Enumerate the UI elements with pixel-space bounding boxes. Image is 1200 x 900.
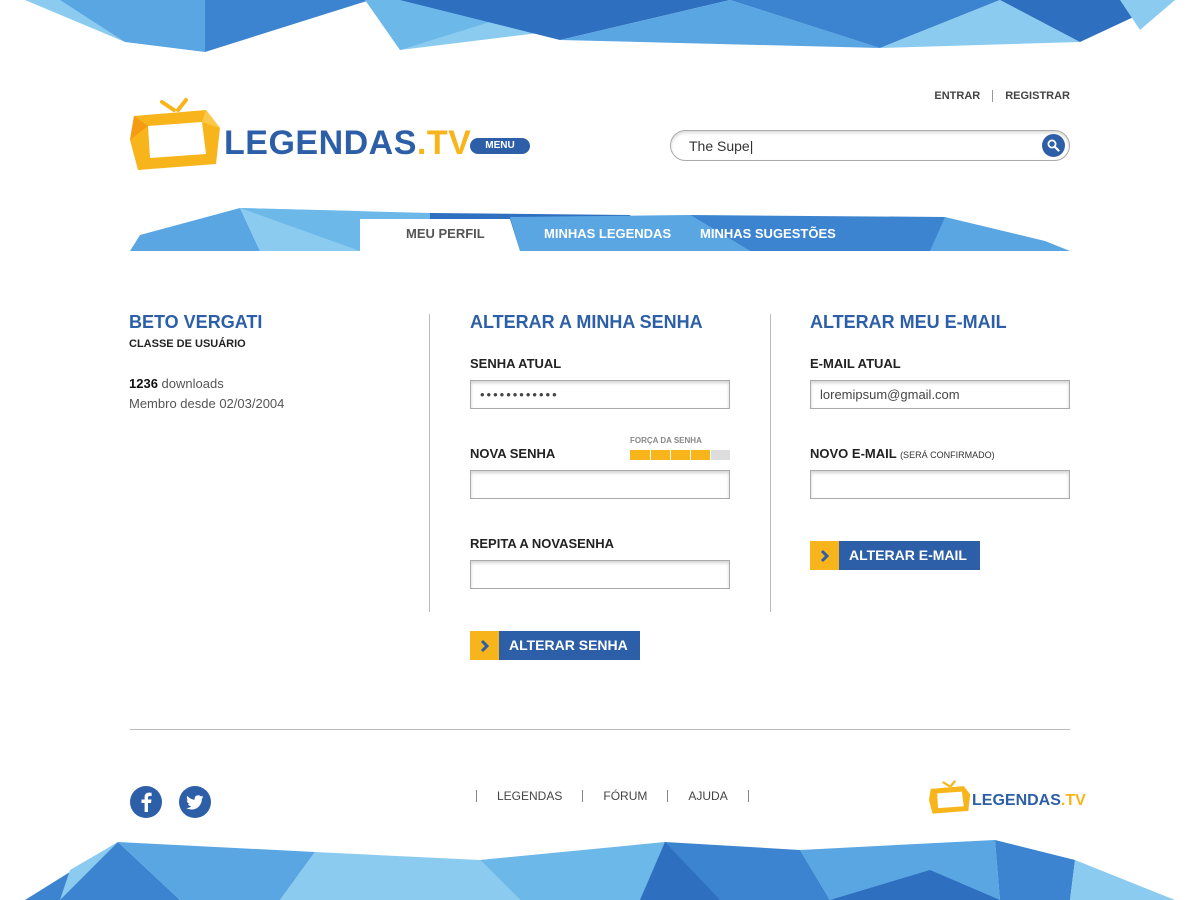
logo-wordmark: LEGENDAS.TV	[224, 124, 472, 162]
current-email-label: E-MAIL ATUAL	[810, 356, 901, 371]
password-section-title: ALTERAR A MINHA SENHA	[470, 312, 703, 332]
user-name: BETO VERGATI	[129, 312, 263, 332]
search-box	[670, 130, 1070, 161]
login-link[interactable]: ENTRAR	[934, 90, 980, 102]
current-password-label: SENHA ATUAL	[470, 356, 562, 371]
tab-my-suggestions[interactable]: MINHAS SUGESTÕES	[700, 226, 836, 241]
footer-divider	[130, 729, 1070, 730]
new-password-field[interactable]	[470, 470, 730, 499]
twitter-icon	[186, 794, 204, 809]
register-link[interactable]: REGISTRAR	[1005, 90, 1070, 102]
footer-logo[interactable]: LEGENDAS.TV	[928, 780, 1086, 816]
facebook-icon	[141, 792, 152, 812]
facebook-button[interactable]	[130, 786, 162, 818]
footer-link-legendas[interactable]: LEGENDAS	[497, 789, 562, 803]
tab-my-profile[interactable]: MEU PERFIL	[406, 226, 485, 241]
menu-button[interactable]: MENU	[470, 138, 530, 154]
password-strength-label: FORÇA DA SENHA	[630, 436, 702, 445]
tv-logo-icon	[130, 98, 220, 170]
chevron-right-icon	[810, 541, 839, 570]
change-password-button[interactable]: ALTERAR SENHA	[470, 631, 640, 660]
email-section-title: ALTERAR MEU E-MAIL	[810, 312, 1007, 332]
twitter-button[interactable]	[179, 786, 211, 818]
new-email-field[interactable]	[810, 470, 1070, 499]
new-email-label: NOVO E-MAIL (SERÁ CONFIRMADO)	[810, 446, 995, 461]
new-password-label: NOVA SENHA	[470, 446, 556, 461]
change-password-label: ALTERAR SENHA	[499, 631, 640, 660]
top-decoration	[25, 0, 1175, 52]
account-links: ENTRAR REGISTRAR	[934, 90, 1070, 102]
user-class: CLASSE DE USUÁRIO	[129, 338, 246, 350]
footer-link-ajuda[interactable]: AJUDA	[688, 789, 727, 803]
repeat-password-label: REPITA A NOVASENHA	[470, 536, 614, 551]
member-since: Membro desde 02/03/2004	[129, 396, 285, 411]
link-separator	[992, 90, 994, 102]
current-password-field[interactable]	[470, 380, 730, 409]
footer-logo-wordmark: LEGENDAS.TV	[972, 792, 1086, 809]
chevron-right-icon	[470, 631, 499, 660]
new-email-note: (SERÁ CONFIRMADO)	[900, 450, 995, 460]
change-email-button[interactable]: ALTERAR E-MAIL	[810, 541, 980, 570]
search-button[interactable]	[1042, 134, 1065, 157]
bottom-decoration	[25, 840, 1175, 900]
password-strength-meter	[630, 450, 730, 460]
column-divider	[770, 314, 771, 612]
footer-nav: LEGENDAS FÓRUM AJUDA	[476, 789, 749, 803]
user-downloads: 1236 downloads	[129, 376, 224, 391]
tab-my-subtitles[interactable]: MINHAS LEGENDAS	[544, 226, 671, 241]
repeat-password-field[interactable]	[470, 560, 730, 589]
search-input[interactable]	[689, 136, 1029, 156]
footer-link-forum[interactable]: FÓRUM	[603, 789, 647, 803]
current-email-field[interactable]	[810, 380, 1070, 409]
tv-logo-icon	[928, 780, 971, 814]
search-icon	[1047, 139, 1060, 152]
site-logo[interactable]: LEGENDAS.TV	[128, 98, 471, 174]
change-email-label: ALTERAR E-MAIL	[839, 541, 980, 570]
column-divider	[429, 314, 430, 612]
